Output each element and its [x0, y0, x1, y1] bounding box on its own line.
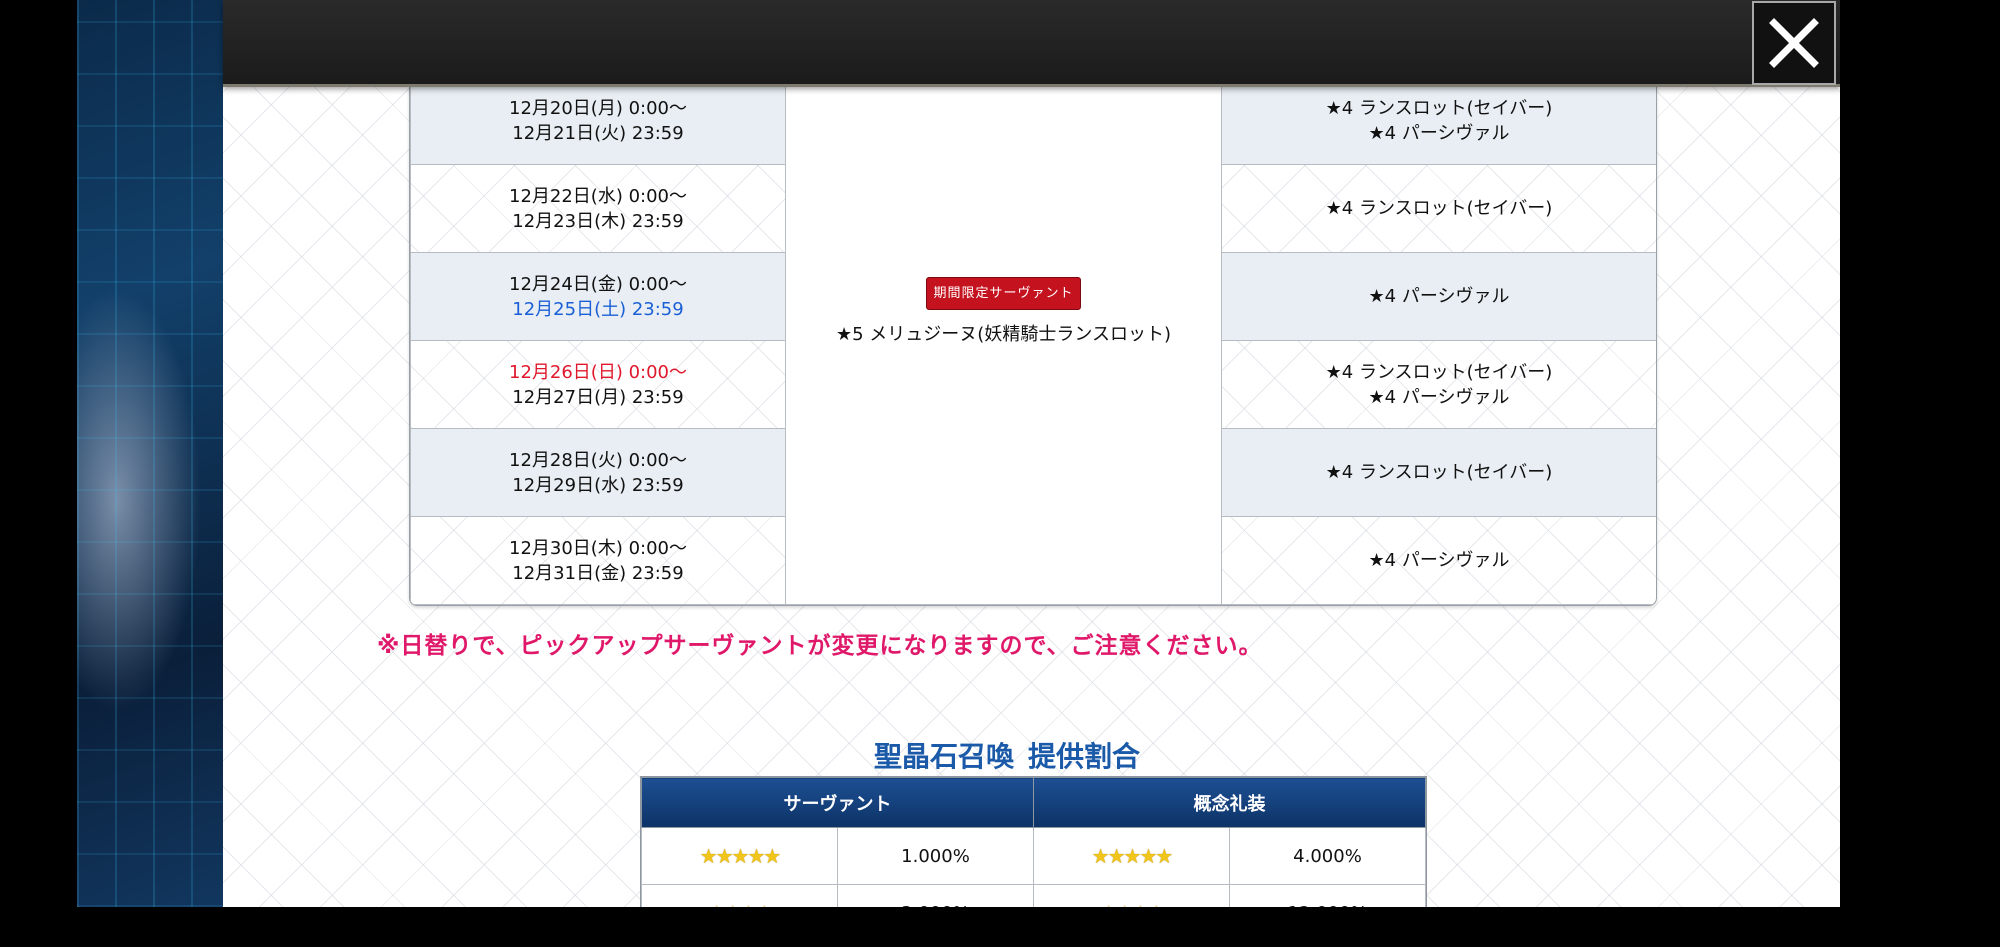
- schedule-date-cell: 12月28日(火) 0:00～ 12月29日(水) 23:59: [410, 428, 786, 517]
- pickup-notice: ※日替りで、ピックアップサーヴァントが変更になりますので、ご注意ください。: [377, 633, 1263, 659]
- rate-value: 1.000%: [837, 827, 1034, 885]
- schedule-pickup-cell: ★4 パーシヴァル: [1221, 516, 1656, 605]
- pickup-schedule-table: 12月20日(月) 0:00～ 12月21日(火) 23:59 期間限定サーヴァ…: [409, 58, 1657, 606]
- ce-header: 概念礼装: [1033, 777, 1426, 828]
- schedule-pickup-cell: ★4 ランスロット(セイバー) ★4 パーシヴァル: [1221, 340, 1656, 429]
- servant-header: サーヴァント: [641, 777, 1034, 828]
- table-row: ★★★★★ 1.000% ★★★★★ 4.000%: [641, 827, 1426, 885]
- limited-servant-name: ★5 メリュジーヌ(妖精騎士ランスロット): [836, 323, 1171, 345]
- schedule-date-cell: 12月22日(水) 0:00～ 12月23日(木) 23:59: [410, 164, 786, 253]
- limited-servant-cell: 期間限定サーヴァント ★5 メリュジーヌ(妖精騎士ランスロット): [785, 58, 1222, 605]
- close-icon: [1769, 18, 1819, 68]
- close-button[interactable]: [1752, 1, 1836, 85]
- rates-title: 聖晶石召喚 提供割合: [873, 740, 1141, 773]
- schedule-date-cell: 12月24日(金) 0:00～ 12月25日(土) 23:59: [410, 252, 786, 341]
- rate-value: 4.000%: [1229, 827, 1426, 885]
- bottom-letterbox: [0, 907, 2000, 947]
- star-rating: ★★★★★: [1091, 844, 1174, 868]
- schedule-pickup-cell: ★4 ランスロット(セイバー): [1221, 164, 1656, 253]
- schedule-date-cell: 12月30日(木) 0:00～ 12月31日(金) 23:59: [410, 516, 786, 605]
- schedule-pickup-cell: ★4 ランスロット(セイバー): [1221, 428, 1656, 517]
- star-rating: ★★★★★: [699, 844, 782, 868]
- limited-badge: 期間限定サーヴァント: [926, 276, 1081, 310]
- schedule-date-cell: 12月26日(日) 0:00～ 12月27日(月) 23:59: [410, 340, 786, 429]
- modal-header: [223, 0, 1840, 87]
- schedule-pickup-cell: ★4 パーシヴァル: [1221, 252, 1656, 341]
